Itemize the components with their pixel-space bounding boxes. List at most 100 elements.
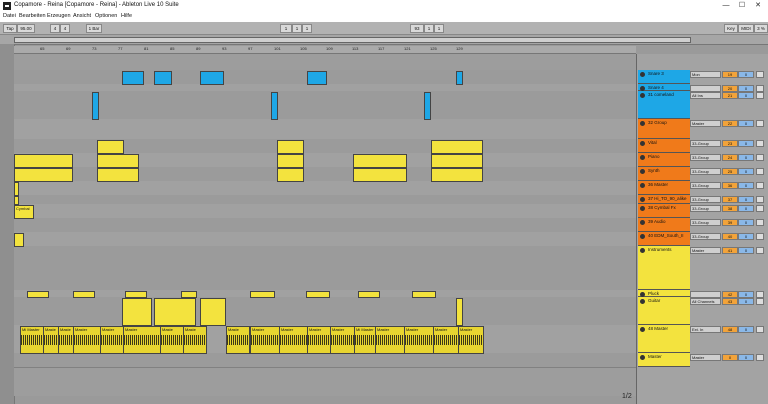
arrangement-clip[interactable]: Cymbal xyxy=(14,205,34,219)
menu-datei[interactable]: Datei xyxy=(3,13,16,19)
menu-erzeugen[interactable]: Erzeugen xyxy=(47,13,71,19)
arrangement-clip[interactable]: Master xyxy=(330,326,356,354)
midi-map-button[interactable]: MIDI xyxy=(738,24,754,33)
track-routing[interactable]: 33-Group xyxy=(690,233,721,240)
arrangement-clip[interactable] xyxy=(154,298,196,326)
arrangement-clip[interactable] xyxy=(125,291,147,298)
track-lane[interactable] xyxy=(14,181,636,196)
track-lane[interactable] xyxy=(14,232,636,247)
track-number[interactable]: 38 xyxy=(722,205,738,212)
arrangement-clip[interactable] xyxy=(412,291,436,298)
arrangement-clip[interactable] xyxy=(14,182,19,196)
track-header[interactable]: Snare 4 xyxy=(638,84,690,91)
arm-button[interactable] xyxy=(756,291,764,298)
menu-optionen[interactable]: Optionen xyxy=(95,13,117,19)
arrangement-clip[interactable] xyxy=(456,298,463,326)
fold-icon[interactable] xyxy=(640,155,645,160)
arm-button[interactable] xyxy=(756,140,764,147)
track-number[interactable]: 25 xyxy=(722,168,738,175)
timeline-ruler[interactable] xyxy=(14,46,636,54)
minimize-button[interactable]: — xyxy=(720,1,732,11)
arrangement-clip[interactable]: Master xyxy=(433,326,459,354)
arrangement-clip[interactable] xyxy=(97,140,124,154)
track-routing[interactable]: All Channels xyxy=(690,298,721,305)
track-number[interactable]: 36 xyxy=(722,182,738,189)
arrangement-clip[interactable]: Master xyxy=(250,326,280,354)
arm-button[interactable] xyxy=(756,85,764,92)
arrangement-clip[interactable] xyxy=(97,168,139,182)
fold-icon[interactable] xyxy=(640,220,645,225)
arrangement-clip[interactable] xyxy=(456,71,463,85)
arm-button[interactable] xyxy=(756,182,764,189)
track-lane[interactable] xyxy=(14,119,636,140)
loop-sixteenth[interactable]: 1 xyxy=(434,24,444,33)
fold-icon[interactable] xyxy=(640,197,645,202)
fold-icon[interactable] xyxy=(640,299,645,304)
arrangement-clip[interactable] xyxy=(14,196,19,205)
track-routing[interactable]: Ext. In xyxy=(690,326,721,333)
fold-icon[interactable] xyxy=(640,234,645,239)
arrangement-clip[interactable] xyxy=(353,154,407,168)
page-indicator[interactable]: 1/2 xyxy=(622,393,632,400)
sig-numerator[interactable]: 4 xyxy=(50,24,60,33)
fold-icon[interactable] xyxy=(640,206,645,211)
track-routing[interactable]: 33-Group xyxy=(690,182,721,189)
track-lane[interactable] xyxy=(14,218,636,233)
key-map-button[interactable]: Key xyxy=(724,24,738,33)
track-volume[interactable]: 0 xyxy=(738,154,754,161)
track-header[interactable]: Piano xyxy=(638,153,690,167)
menu-bearbeiten[interactable]: Bearbeiten xyxy=(19,13,46,19)
arrangement-clip[interactable] xyxy=(14,168,73,182)
track-number[interactable]: 48 xyxy=(722,326,738,333)
track-volume[interactable]: 0 xyxy=(738,71,754,78)
arrangement-clip[interactable]: Master xyxy=(279,326,308,354)
track-lane[interactable] xyxy=(14,246,636,291)
arrangement-clip[interactable] xyxy=(14,233,24,247)
track-volume[interactable]: 0 xyxy=(738,205,754,212)
arrangement-clip[interactable] xyxy=(431,140,483,154)
track-header[interactable]: 37 Hi_TO_90_alike xyxy=(638,195,690,204)
arrangement-clip[interactable] xyxy=(73,291,95,298)
arrangement-clip[interactable] xyxy=(358,291,380,298)
arm-button[interactable] xyxy=(756,298,764,305)
arm-button[interactable] xyxy=(756,354,764,361)
track-number[interactable]: 23 xyxy=(722,140,738,147)
track-volume[interactable]: 0 xyxy=(738,196,754,203)
track-volume[interactable]: 0 xyxy=(738,168,754,175)
track-volume[interactable]: 0 xyxy=(738,85,754,92)
arm-button[interactable] xyxy=(756,219,764,226)
overview-strip[interactable] xyxy=(14,37,691,43)
arrangement-clip[interactable]: Maste xyxy=(160,326,184,354)
fold-icon[interactable] xyxy=(640,327,645,332)
menu-hilfe[interactable]: Hilfe xyxy=(121,13,132,19)
track-header[interactable]: Snare 3 xyxy=(638,70,690,84)
track-volume[interactable]: 0 xyxy=(738,219,754,226)
arrangement-clip[interactable] xyxy=(277,154,304,168)
sig-denominator[interactable]: 4 xyxy=(60,24,70,33)
track-number[interactable]: 43 xyxy=(722,298,738,305)
track-number[interactable]: 22 xyxy=(722,120,738,127)
arm-button[interactable] xyxy=(756,196,764,203)
arrangement-clip[interactable]: Master xyxy=(404,326,434,354)
track-routing[interactable]: All Ins xyxy=(690,92,721,99)
track-volume[interactable]: 0 xyxy=(738,326,754,333)
track-volume[interactable]: 0 xyxy=(738,291,754,298)
arrangement-clip[interactable] xyxy=(271,92,278,120)
loop-start[interactable]: 93 xyxy=(410,24,424,33)
track-number[interactable]: 0 xyxy=(722,354,738,361)
arrangement-clip[interactable]: Master xyxy=(458,326,484,354)
track-header[interactable]: 48 Master xyxy=(638,325,690,353)
arm-button[interactable] xyxy=(756,247,764,254)
track-volume[interactable]: 0 xyxy=(738,120,754,127)
arm-button[interactable] xyxy=(756,205,764,212)
track-routing[interactable]: 33-Group xyxy=(690,140,721,147)
tempo-field[interactable]: 95.00 xyxy=(17,24,35,33)
fold-icon[interactable] xyxy=(640,72,645,77)
arrangement-clip[interactable] xyxy=(154,71,172,85)
fold-icon[interactable] xyxy=(640,141,645,146)
track-header[interactable]: Vital xyxy=(638,139,690,153)
arrangement-clip[interactable] xyxy=(250,291,275,298)
position-beat[interactable]: 1 xyxy=(292,24,302,33)
track-volume[interactable]: 0 xyxy=(738,182,754,189)
menu-ansicht[interactable]: Ansicht xyxy=(73,13,91,19)
